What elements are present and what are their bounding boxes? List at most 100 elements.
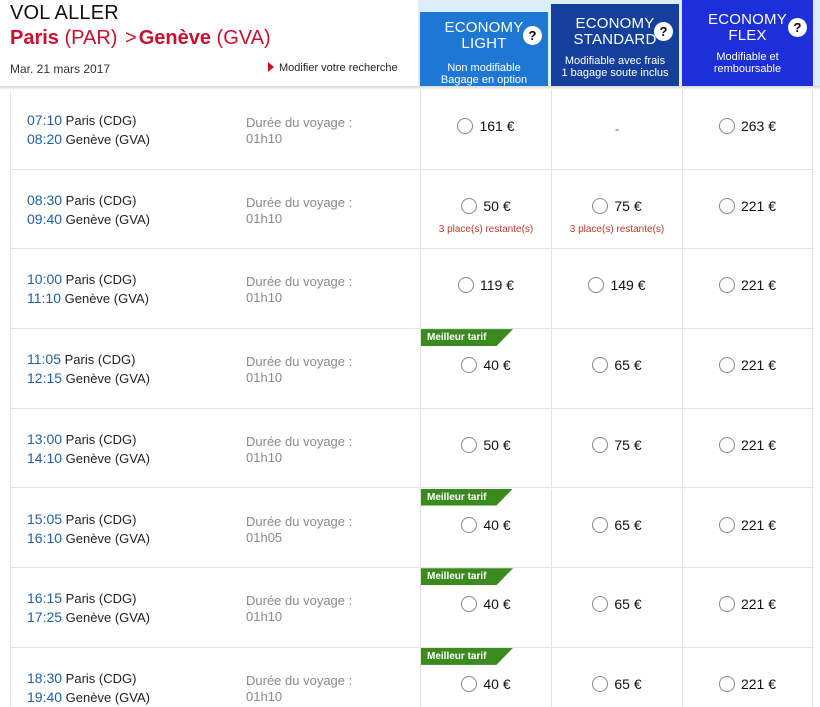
fare-option-standard[interactable]: 65 € <box>552 357 682 374</box>
fare-cell-light[interactable]: 50 € <box>420 408 551 488</box>
fare-option-flex[interactable]: 221 € <box>683 436 812 453</box>
fare-option-flex[interactable]: 221 € <box>683 277 812 294</box>
modify-search-link[interactable]: Modifier votre recherche <box>268 62 398 74</box>
fare-cell-flex[interactable]: 221 € <box>682 408 813 488</box>
fare-radio[interactable] <box>718 357 735 374</box>
fare-radio[interactable] <box>592 436 609 453</box>
fare-radio[interactable] <box>588 277 605 294</box>
departure-place: Paris (CDG) <box>64 352 136 368</box>
price-flex: 221 € <box>740 516 777 533</box>
fare-option-light[interactable]: 40 € <box>421 516 551 533</box>
fare-radio[interactable] <box>592 516 609 533</box>
fare-cell-light[interactable]: 50 € 3 place(s) restante(s) <box>420 169 551 249</box>
fare-option-light[interactable]: 161 € <box>421 118 551 134</box>
fare-cell-light[interactable]: Meilleur tarif 40 € <box>420 488 551 568</box>
arrival: 09:40 Genève (GVA) <box>27 211 150 227</box>
fare-option-flex[interactable]: 221 € <box>683 675 812 692</box>
flight-info: 15:05 Paris (CDG) 16:10 Genève (GVA) Dur… <box>10 488 420 568</box>
departure-time: 10:00 <box>27 271 63 288</box>
fare-cell-standard[interactable]: 75 € <box>551 408 682 488</box>
fare-cell-flex[interactable]: 221 € <box>682 647 813 707</box>
fare-option-standard[interactable]: 75 € <box>552 436 682 453</box>
travel-date: Mar. 21 mars 2017 <box>10 62 111 76</box>
departure-place: Paris (CDG) <box>65 670 137 686</box>
fare-radio[interactable] <box>592 675 609 692</box>
arrival-time: 08:20 <box>27 131 63 147</box>
flight-info: 07:10 Paris (CDG) 08:20 Genève (GVA) Dur… <box>10 90 420 169</box>
fare-option-flex[interactable]: 221 € <box>683 197 812 214</box>
fare-option-light[interactable]: 40 € <box>421 357 551 374</box>
fare-radio[interactable] <box>461 357 478 374</box>
fare-cell-standard[interactable]: 65 € <box>551 488 682 568</box>
fare-radio[interactable] <box>457 118 474 134</box>
fare-cell-standard[interactable]: 65 € <box>551 568 682 647</box>
fare-radio[interactable] <box>458 277 474 294</box>
fare-radio[interactable] <box>718 277 735 294</box>
price-standard: 75 € <box>614 197 642 214</box>
fare-cell-standard[interactable]: 65 € <box>551 329 682 408</box>
fare-option-flex[interactable]: 221 € <box>683 516 812 533</box>
fare-option-standard[interactable]: 75 € <box>552 197 682 214</box>
price-standard: 75 € <box>614 436 642 453</box>
fare-cell-flex[interactable]: 221 € <box>682 568 813 647</box>
fare-option-standard[interactable]: 149 € <box>552 277 682 294</box>
fare-radio[interactable] <box>718 596 735 613</box>
departure: 13:00 Paris (CDG) <box>27 431 136 447</box>
fare-radio[interactable] <box>461 596 478 613</box>
departure-time: 13:00 <box>27 430 63 447</box>
fare-cell-flex[interactable]: 221 € <box>682 488 813 568</box>
fare-cell-light[interactable]: Meilleur tarif 40 € <box>420 647 551 707</box>
fare-cell-light[interactable]: Meilleur tarif 40 € <box>420 329 551 408</box>
arrival-time: 11:10 <box>27 290 61 307</box>
fare-radio[interactable] <box>718 675 735 692</box>
price-light: 40 € <box>483 516 511 533</box>
help-icon[interactable]: ? <box>788 18 807 37</box>
arrival-place: Genève (GVA) <box>65 689 150 705</box>
arrival-place: Genève (GVA) <box>65 610 150 626</box>
help-icon[interactable]: ? <box>523 26 542 45</box>
origin-city: Paris <box>10 27 59 49</box>
arrival: 16:10 Genève (GVA) <box>27 530 150 546</box>
fare-radio[interactable] <box>461 675 478 692</box>
fare-radio[interactable] <box>592 357 609 374</box>
fare-radio[interactable] <box>718 516 735 533</box>
fare-option-flex[interactable]: 263 € <box>683 118 812 134</box>
fare-cell-light[interactable]: Meilleur tarif 40 € <box>420 568 551 647</box>
fare-option-flex[interactable]: 221 € <box>683 357 812 374</box>
fare-radio[interactable] <box>592 197 609 214</box>
fare-radio[interactable] <box>461 516 478 533</box>
duration-label: Durée du voyage : <box>246 513 353 529</box>
fare-cell-light[interactable]: 161 € <box>420 90 551 169</box>
fare-cell-flex[interactable]: 221 € <box>682 249 813 329</box>
fare-radio[interactable] <box>718 197 735 214</box>
fare-radio[interactable] <box>718 118 735 134</box>
departure-place: Paris (CDG) <box>65 431 137 447</box>
fare-radio[interactable] <box>461 197 478 214</box>
fare-header-economy-standard: ECONOMY STANDARD Modifiable avec frais 1 b… <box>551 4 679 86</box>
fare-radio[interactable] <box>461 436 478 453</box>
fare-option-standard[interactable]: 65 € <box>552 596 682 613</box>
fare-option-standard[interactable]: 65 € <box>552 675 682 692</box>
fare-cell-flex[interactable]: 221 € <box>682 169 813 249</box>
fare-option-light[interactable]: 50 € <box>421 436 551 453</box>
fare-radio[interactable] <box>718 436 735 453</box>
fare-option-light[interactable]: 40 € <box>421 596 551 613</box>
fare-option-light[interactable]: 50 € <box>421 197 551 214</box>
fare-radio[interactable] <box>592 596 609 613</box>
fare-cell-standard[interactable]: 149 € <box>551 249 682 329</box>
arrival: 11:10 Genève (GVA) <box>27 290 149 306</box>
fare-cell-light[interactable]: 119 € <box>420 249 551 329</box>
fare-cell-flex[interactable]: 263 € <box>682 90 813 169</box>
fare-cell-flex[interactable]: 221 € <box>682 329 813 408</box>
fare-cell-standard[interactable]: - <box>551 90 682 169</box>
fare-option-standard[interactable]: 65 € <box>552 516 682 533</box>
fare-cell-standard[interactable]: 65 € <box>551 647 682 707</box>
help-icon[interactable]: ? <box>654 22 673 41</box>
fare-cell-standard[interactable]: 75 € 3 place(s) restante(s) <box>551 169 682 249</box>
fare-option-light[interactable]: 119 € <box>421 277 551 294</box>
fare-option-flex[interactable]: 221 € <box>683 596 812 613</box>
flight-row: 13:00 Paris (CDG) 14:10 Genève (GVA) Dur… <box>10 408 813 489</box>
price-standard: 65 € <box>614 516 642 533</box>
fare-option-light[interactable]: 40 € <box>421 675 551 692</box>
destination-code: (GVA) <box>216 27 271 49</box>
